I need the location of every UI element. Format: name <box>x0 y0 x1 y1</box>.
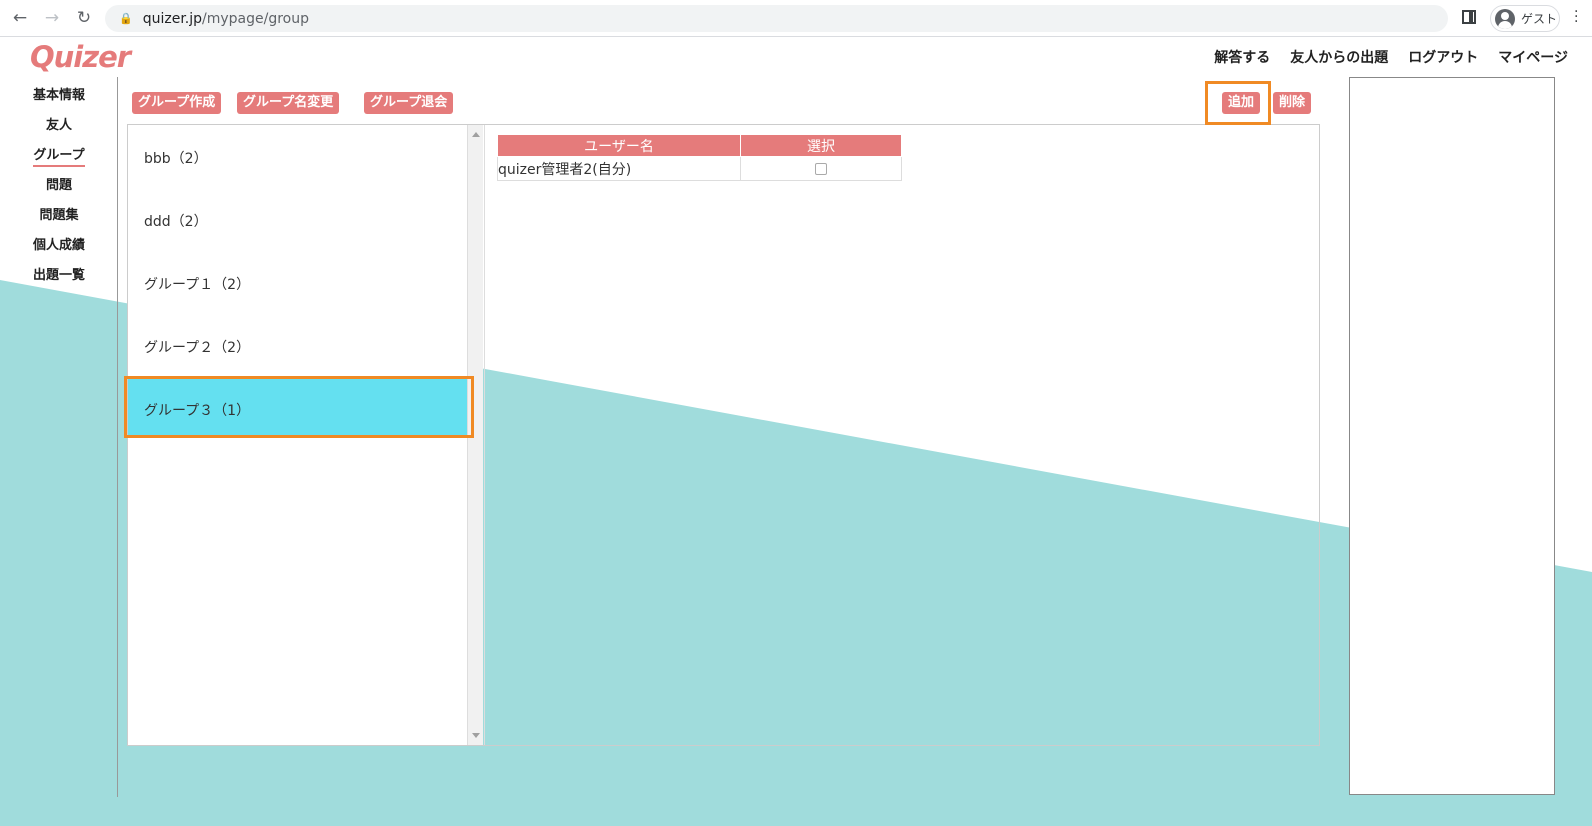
sidebar-item-personal-results[interactable]: 個人成績 <box>30 238 88 268</box>
column-header-select: 選択 <box>740 134 902 157</box>
top-navigation: 解答する 友人からの出題 ログアウト マイページ <box>1214 47 1568 67</box>
rename-group-button[interactable]: グループ名変更 <box>237 92 340 114</box>
cell-select <box>740 156 902 181</box>
scroll-down-icon[interactable] <box>472 733 480 738</box>
back-arrow-icon[interactable]: ← <box>9 7 31 29</box>
delete-button[interactable]: 削除 <box>1273 92 1312 114</box>
right-side-panel <box>1349 77 1555 795</box>
nav-mypage[interactable]: マイページ <box>1498 47 1568 67</box>
sidebar: 基本情報 友人 グループ 問題 問題集 個人成績 出題一覧 <box>30 88 88 298</box>
sidebar-item-questions[interactable]: 問題 <box>30 178 88 208</box>
nav-answer[interactable]: 解答する <box>1214 47 1270 67</box>
cell-username: quizer管理者2(自分) <box>497 156 741 181</box>
add-button-highlight <box>1205 81 1271 125</box>
reload-icon[interactable]: ↻ <box>73 7 95 29</box>
list-divider <box>484 125 485 745</box>
select-checkbox[interactable] <box>815 162 827 175</box>
forward-arrow-icon[interactable]: → <box>41 7 63 29</box>
sidebar-divider <box>117 77 118 797</box>
scroll-up-icon[interactable] <box>472 132 480 137</box>
table-row: quizer管理者2(自分) <box>497 156 902 181</box>
group-item-bbb[interactable]: bbb（2） <box>144 148 208 168</box>
member-table: ユーザー名 選択 quizer管理者2(自分) <box>497 134 902 181</box>
group-item-group2[interactable]: グループ２（2） <box>144 337 250 357</box>
column-header-username: ユーザー名 <box>497 134 741 157</box>
nav-logout[interactable]: ログアウト <box>1408 47 1478 67</box>
site-logo[interactable]: Quizer <box>30 40 131 74</box>
sidebar-item-question-list[interactable]: 出題一覧 <box>30 268 88 298</box>
sidebar-item-friends[interactable]: 友人 <box>30 118 88 148</box>
address-bar[interactable]: 🔒 quizer.jp/mypage/group <box>105 5 1448 32</box>
url-host: quizer.jp <box>142 10 203 27</box>
leave-group-button[interactable]: グループ退会 <box>364 92 454 114</box>
profile-button[interactable]: ゲスト <box>1490 5 1560 32</box>
sidebar-item-question-sets[interactable]: 問題集 <box>30 208 88 238</box>
sidebar-item-basic-info[interactable]: 基本情報 <box>30 88 88 118</box>
side-panel-icon[interactable] <box>1462 10 1476 24</box>
group-item-ddd[interactable]: ddd（2） <box>144 211 208 231</box>
more-menu-icon[interactable]: · · · <box>1574 5 1578 29</box>
group-item-group1[interactable]: グループ１（2） <box>144 274 250 294</box>
create-group-button[interactable]: グループ作成 <box>132 92 222 114</box>
sidebar-item-group[interactable]: グループ <box>30 148 88 178</box>
selected-group-highlight <box>124 376 474 438</box>
browser-toolbar: ← → ↻ 🔒 quizer.jp/mypage/group ゲスト · · · <box>0 0 1592 37</box>
lock-icon: 🔒 <box>119 12 133 25</box>
avatar-icon <box>1495 8 1515 29</box>
profile-label: ゲスト <box>1521 12 1558 26</box>
url-path: /mypage/group <box>202 10 309 27</box>
nav-from-friends[interactable]: 友人からの出題 <box>1290 47 1388 67</box>
